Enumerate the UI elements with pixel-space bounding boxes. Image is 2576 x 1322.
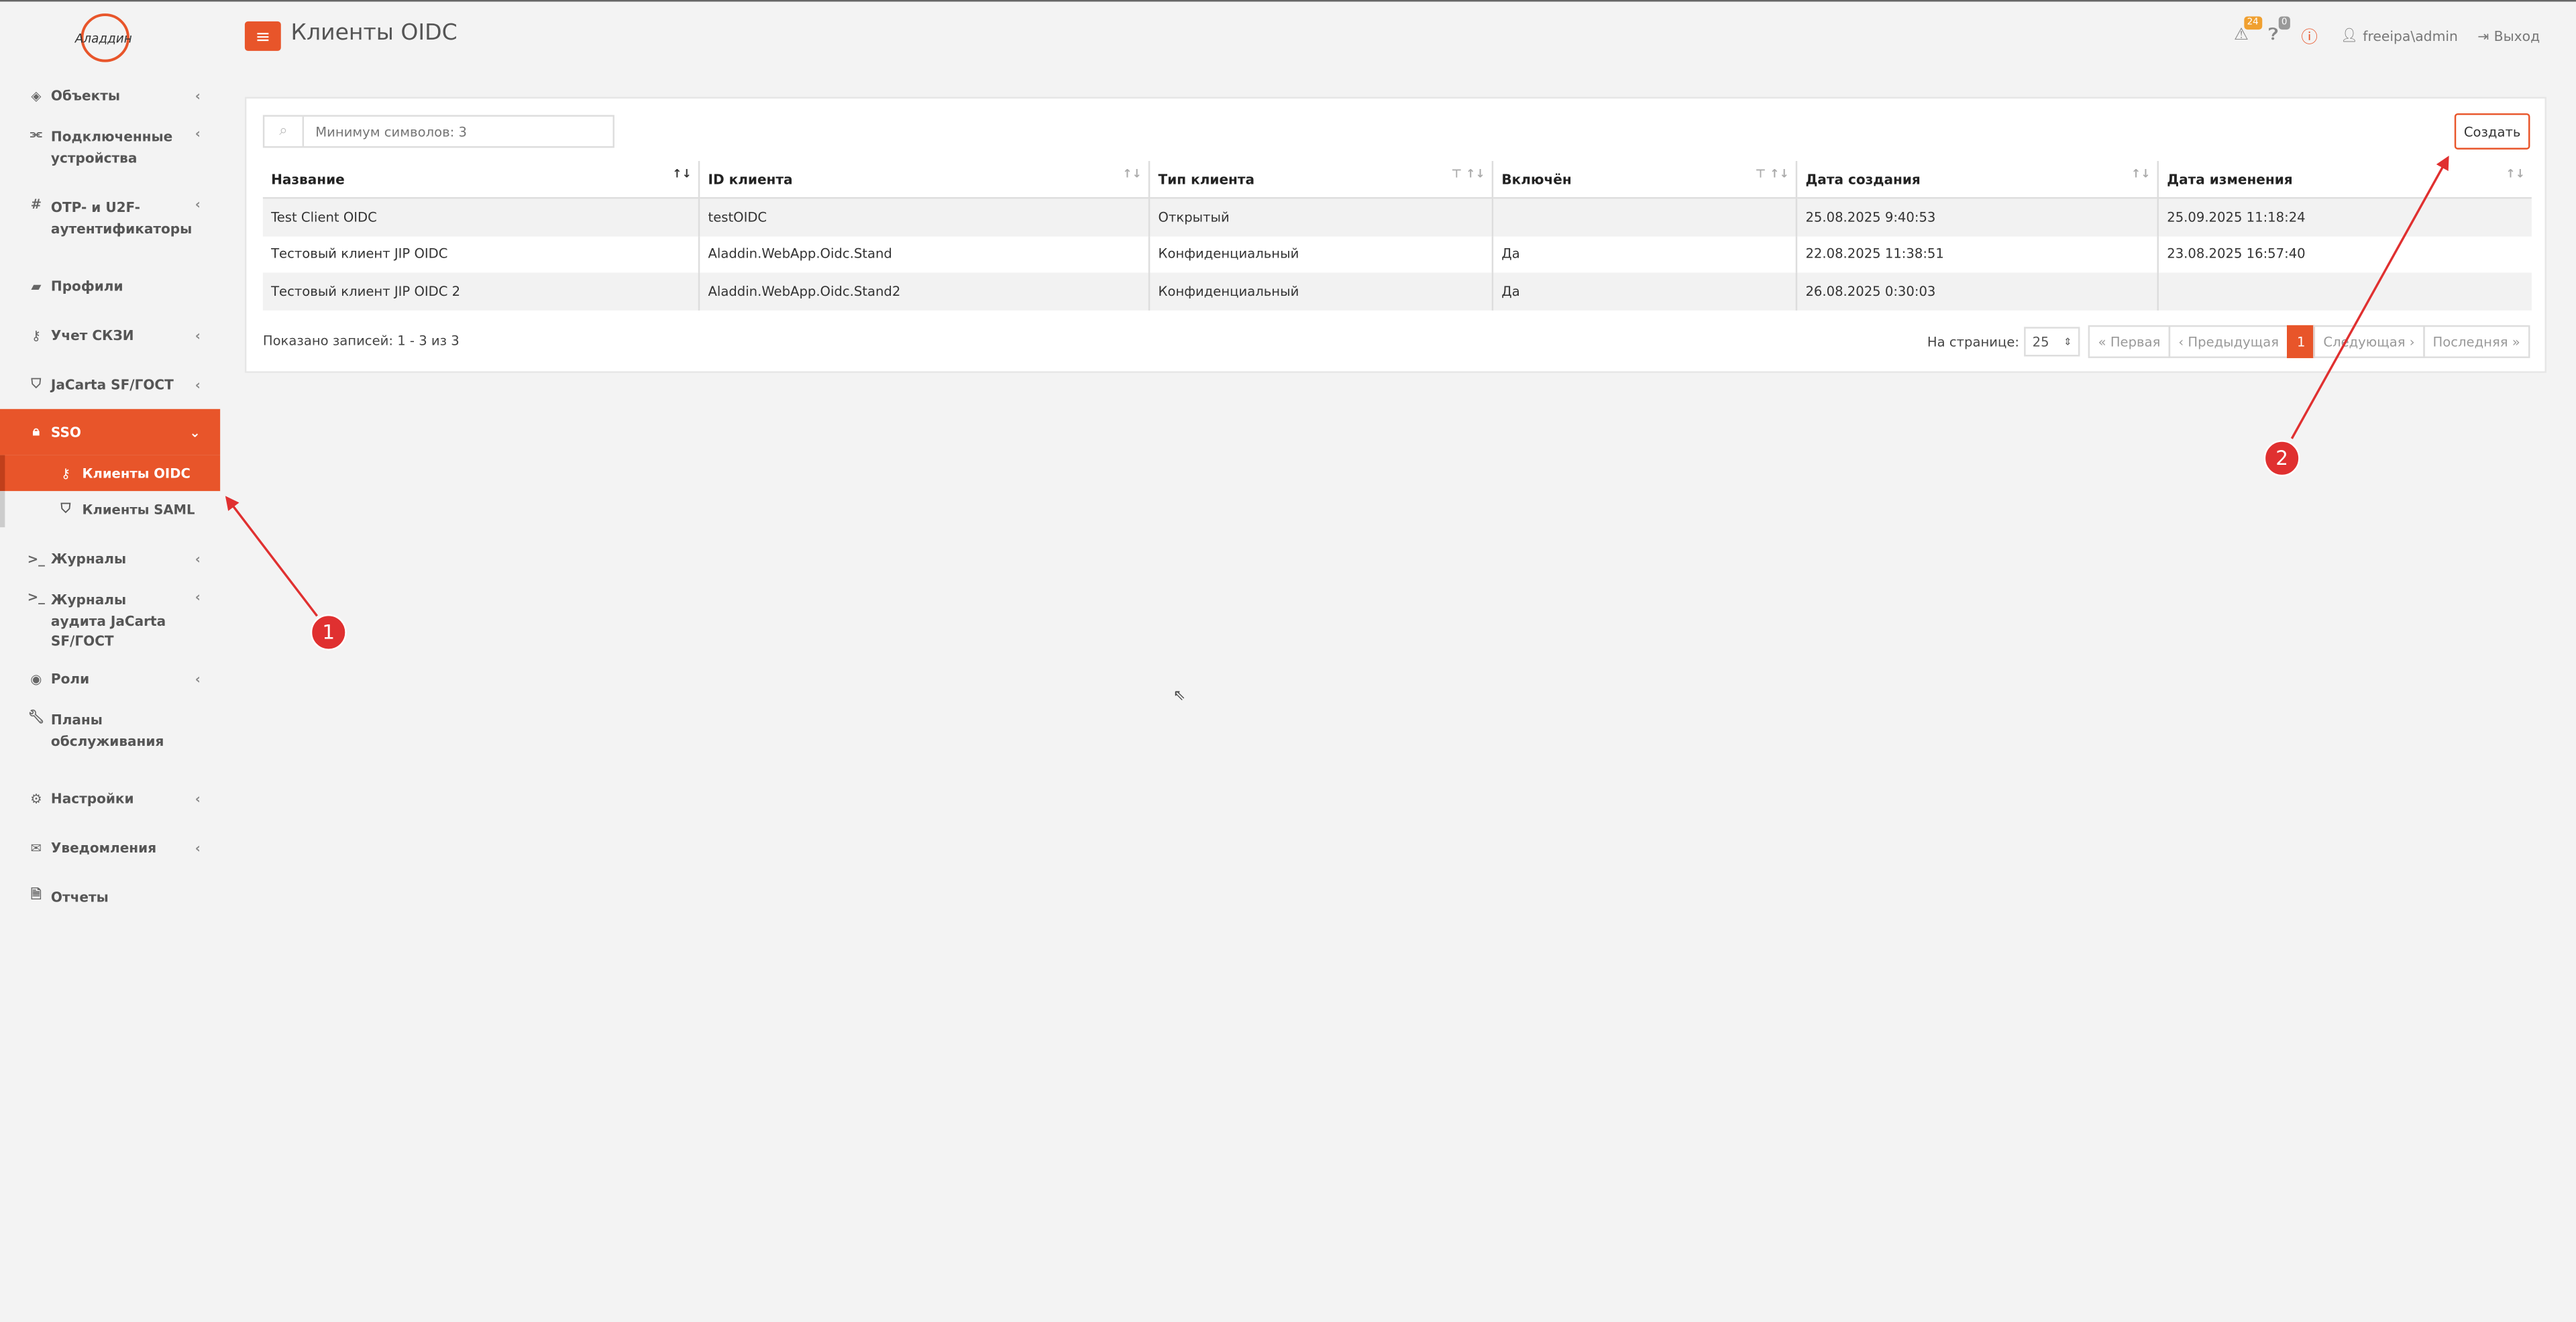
annotation-arrow-2 <box>2290 156 2449 439</box>
annotation-marker-2: 2 <box>2263 440 2300 477</box>
annotation-marker-1: 1 <box>310 614 347 651</box>
annotation-arrows <box>225 156 2449 617</box>
mouse-cursor-icon: ⇖ <box>1173 688 1186 705</box>
annotation-arrow-1 <box>225 496 319 617</box>
